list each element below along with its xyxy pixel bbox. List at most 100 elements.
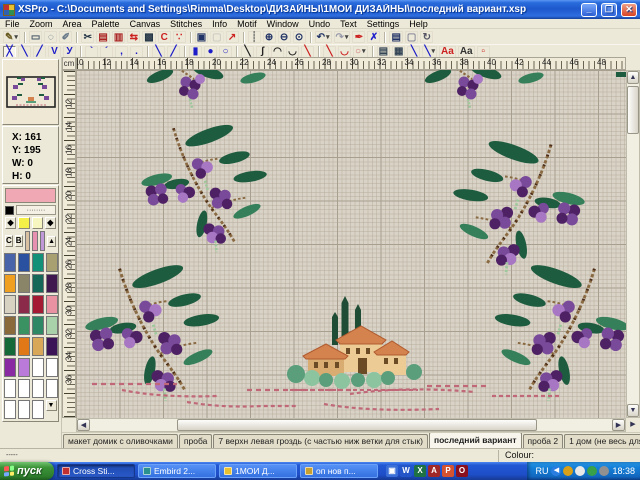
full-cross-stitch-tool[interactable]: ╳ — [3, 46, 16, 58]
tray-update-icon[interactable] — [587, 466, 597, 476]
palette-swatch[interactable] — [25, 231, 31, 251]
palette-swatch[interactable] — [18, 337, 30, 356]
redo-button[interactable]: ↷▾ — [334, 31, 351, 43]
freehand-select-tool[interactable]: ✐ — [59, 31, 72, 43]
palette-swatch[interactable] — [46, 358, 58, 377]
menu-item-window[interactable]: Window — [262, 19, 304, 29]
dropdown-arrow-icon[interactable]: ▾ — [326, 32, 330, 43]
sequin-tool[interactable]: ○ — [219, 46, 232, 58]
resize-tool[interactable]: ⇆ — [127, 31, 140, 43]
scroll-corner-arrow[interactable]: ▶ — [626, 418, 640, 432]
diamond-button-right[interactable]: ◆ — [45, 217, 56, 229]
palette-swatch[interactable] — [40, 231, 46, 251]
copy-page-button[interactable]: ▤ — [389, 31, 402, 43]
palette-swatch[interactable] — [18, 358, 30, 377]
pattern-fill-tool[interactable]: ▩ — [142, 31, 155, 43]
copy-motif-tool[interactable]: ▤ — [96, 31, 109, 43]
zoom-out-tool[interactable]: ⊖ — [278, 31, 291, 43]
vertical-scroll-thumb[interactable] — [627, 86, 639, 134]
title-bar[interactable]: XSPro - C:\Documents and Settings\Rimma\… — [0, 0, 640, 19]
menu-item-help[interactable]: Help — [404, 19, 433, 29]
long-stitch-tool[interactable]: ╲ — [301, 46, 314, 58]
zoom-actual-tool[interactable]: ⊙ — [293, 31, 306, 43]
rotate-page-button[interactable]: ↻ — [420, 31, 433, 43]
horizontal-scroll-thumb[interactable] — [177, 419, 537, 431]
menu-item-zoom[interactable]: Zoom — [25, 19, 58, 29]
menu-item-undo[interactable]: Undo — [304, 19, 336, 29]
browser-icon[interactable]: O — [456, 465, 468, 477]
access-icon[interactable]: A — [428, 465, 440, 477]
preview-panel[interactable] — [2, 59, 59, 125]
font-black-button[interactable]: Aa — [458, 46, 475, 58]
red-backstitch-tool[interactable]: ╲ — [323, 46, 336, 58]
palette-swatch[interactable] — [18, 379, 30, 398]
black-marker-swatch[interactable] — [5, 206, 14, 215]
curve-stitch-tool-1[interactable]: ◠ — [271, 46, 284, 58]
palette-swatch[interactable] — [18, 274, 30, 293]
rotate-tool[interactable]: C — [158, 31, 171, 43]
palette-scroll-up-button[interactable]: ▲ — [47, 236, 56, 247]
lasso-select-tool[interactable]: ◌ — [44, 31, 57, 43]
half-stitch-forward-tool[interactable]: ╱ — [167, 46, 180, 58]
menu-item-settings[interactable]: Settings — [362, 19, 405, 29]
line-style-button[interactable]: ╲ — [407, 46, 420, 58]
palette-swatch[interactable] — [32, 295, 44, 314]
language-indicator[interactable]: RU — [535, 466, 548, 476]
half-stitch-back-tool[interactable]: ╲ — [152, 46, 165, 58]
palette-swatch[interactable] — [4, 295, 16, 314]
menu-item-file[interactable]: File — [0, 19, 25, 29]
tab-1[interactable]: макет домик с оливочками — [63, 434, 178, 448]
vertical-scrollbar[interactable]: ▲ ▼ — [626, 70, 640, 418]
c-button[interactable]: C — [5, 235, 13, 247]
pale-yellow-swatch-button[interactable] — [32, 217, 43, 229]
palette-swatch[interactable] — [46, 274, 58, 293]
current-colour-swatch[interactable] — [5, 188, 56, 203]
b-button[interactable]: B — [15, 235, 23, 247]
scatter-tool[interactable]: ∵ — [173, 31, 186, 43]
word-icon[interactable]: W — [400, 465, 412, 477]
dropdown-arrow-icon[interactable]: ▾ — [432, 46, 436, 57]
menu-item-info[interactable]: Info — [207, 19, 232, 29]
palette-swatch[interactable] — [4, 337, 16, 356]
scroll-down-button[interactable]: ▼ — [627, 404, 639, 417]
circle-stitch-tool[interactable]: ○▾ — [353, 46, 368, 58]
quarter-stitch-tr-tool[interactable]: ´ — [100, 46, 113, 58]
font-red-button[interactable]: Aa — [439, 46, 456, 58]
palette-swatch[interactable] — [32, 274, 44, 293]
zoom-in-tool[interactable]: ⊕ — [263, 31, 276, 43]
scroll-left-button[interactable]: ◀ — [77, 419, 90, 431]
yellow-swatch-button[interactable] — [18, 217, 29, 229]
palette-swatch[interactable] — [18, 316, 30, 335]
vertical-stitch-tool[interactable]: ▮ — [189, 46, 202, 58]
cut-tool[interactable]: ✂ — [81, 31, 94, 43]
palette-swatch[interactable] — [4, 400, 16, 419]
three-quarter-stitch-tool-2[interactable]: ╱ — [33, 46, 46, 58]
delete-stitch-tool[interactable]: ✗ — [367, 31, 380, 43]
menu-item-text[interactable]: Text — [335, 19, 362, 29]
backstitch-tool[interactable]: ╲ — [241, 46, 254, 58]
screen-view-tool[interactable]: ▣ — [195, 31, 208, 43]
quarter-stitch-br-tool[interactable]: . — [130, 46, 143, 58]
palette-swatch[interactable] — [32, 231, 38, 251]
tray-network-icon[interactable] — [599, 466, 609, 476]
pointer-arrow-tool[interactable]: ↗ — [226, 31, 239, 43]
menu-item-palette[interactable]: Palette — [87, 19, 125, 29]
minimize-button[interactable]: _ — [581, 3, 597, 17]
palette-swatch[interactable] — [32, 337, 44, 356]
pencil-tool[interactable]: ✎▾ — [3, 31, 20, 43]
menu-item-canvas[interactable]: Canvas — [125, 19, 166, 29]
tray-chevron-icon[interactable]: ◀ — [551, 466, 561, 476]
palette-swatch[interactable] — [4, 274, 16, 293]
dropdown-arrow-icon[interactable]: ▾ — [14, 32, 18, 43]
palette-scroll-down-button[interactable]: ▼ — [46, 400, 57, 411]
palette-swatch[interactable] — [4, 316, 16, 335]
taskbar-task-2[interactable]: Embird 2... — [138, 464, 216, 478]
couching-tool[interactable]: ʃ — [256, 46, 269, 58]
stitch-canvas[interactable] — [76, 70, 626, 418]
palette-swatch[interactable] — [46, 253, 58, 272]
half-cross-stitch-tool[interactable]: V — [48, 46, 61, 58]
tab-6[interactable]: 1 дом (не весь для стыковки) — [564, 434, 640, 448]
menu-item-area[interactable]: Area — [58, 19, 87, 29]
motif-library-button[interactable]: ▤ — [377, 46, 390, 58]
quarter-stitch-bl-tool[interactable]: , — [115, 46, 128, 58]
